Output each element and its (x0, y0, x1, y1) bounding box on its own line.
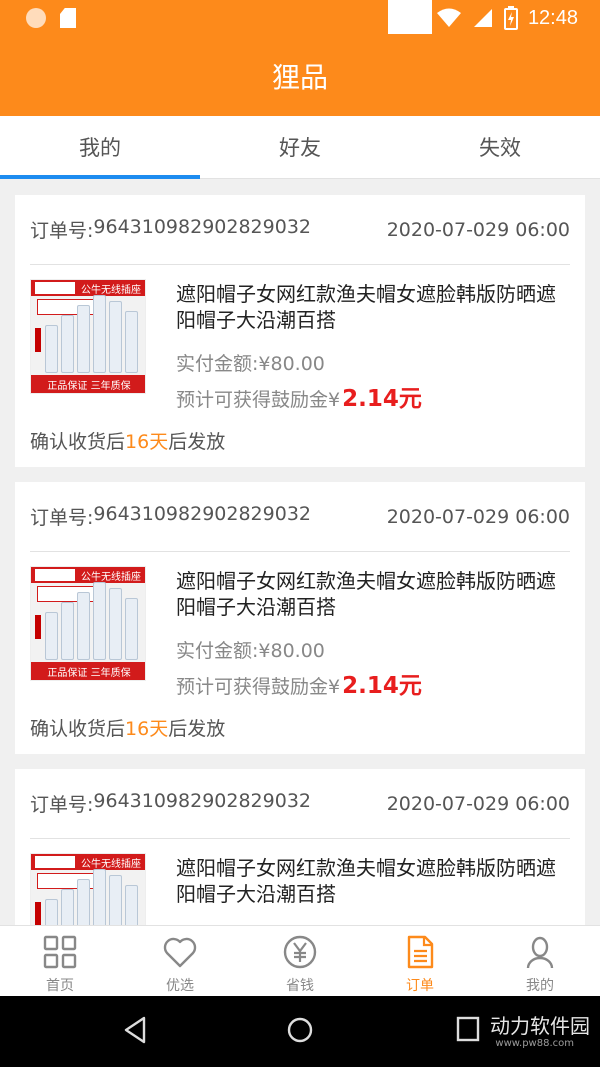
release-days: 16天 (125, 431, 169, 453)
thumb-plug (35, 902, 41, 925)
recents-icon[interactable] (456, 1016, 480, 1042)
tab-label: 我的 (79, 136, 121, 160)
system-nav-bar: 动力软件园 www.pw88.com (0, 996, 600, 1067)
order-number: 订单号: 964310982902829032 (30, 216, 311, 243)
order-header: 订单号: 964310982902829032 2020-07-029 06:0… (30, 769, 570, 839)
nav-home[interactable]: 首页 (0, 926, 120, 996)
status-bar: 12:48 (0, 0, 600, 36)
thumb-banner: 公牛无线插座 (31, 567, 145, 583)
reward-amount: 2.14元 (342, 673, 422, 699)
thumb-footer: 正品保证 三年质保 (31, 662, 145, 680)
bottom-nav: 首页 优选 省钱 订单 我的 (0, 925, 600, 996)
product-thumbnail[interactable]: 公牛无线插座 正品保证 三年质保 (30, 566, 146, 681)
nav-profile[interactable]: 我的 (480, 926, 600, 996)
watermark-text: 动力软件园 (490, 1014, 590, 1038)
nav-label: 优选 (166, 978, 194, 994)
heart-icon (163, 937, 197, 968)
product-thumbnail[interactable]: 公牛无线插座 正品保证 三年质保 (30, 279, 146, 394)
order-card[interactable]: 订单号: 964310982902829032 2020-07-029 06:0… (15, 195, 585, 467)
thumb-banner: 公牛无线插座 (31, 854, 145, 870)
nav-featured[interactable]: 优选 (120, 926, 240, 996)
release-note: 确认收货后 16天 后发放 (30, 427, 225, 454)
product-title[interactable]: 遮阳帽子女网红款渔夫帽女遮脸韩版防晒遮阳帽子大沿潮百搭 (176, 281, 571, 333)
thumb-plug (35, 328, 41, 352)
wifi-icon (436, 8, 461, 27)
watermark-url: www.pw88.com (495, 1038, 574, 1049)
order-number-value: 964310982902829032 (93, 790, 311, 812)
order-datetime: 2020-07-029 06:00 (386, 218, 570, 241)
release-note-suffix: 后发放 (168, 431, 226, 453)
tab-mine[interactable]: 我的 (0, 116, 200, 179)
reward-info: 预计可获得鼓励金¥ 2.14元 (176, 666, 422, 700)
signal-icon (473, 9, 492, 27)
nav-label: 首页 (46, 978, 74, 994)
order-number-value: 964310982902829032 (93, 216, 311, 238)
order-card[interactable]: 订单号: 964310982902829032 2020-07-029 06:0… (15, 482, 585, 754)
thumb-banner: 公牛无线插座 (31, 280, 145, 296)
reward-amount: 2.14元 (342, 386, 422, 412)
order-number-value: 964310982902829032 (93, 503, 311, 525)
status-time: 12:48 (527, 6, 578, 29)
home-circle-icon[interactable] (286, 1016, 314, 1044)
grid-icon (43, 935, 77, 969)
paid-amount: 实付金额:¥80.00 (176, 353, 325, 375)
tab-expired[interactable]: 失效 (400, 116, 600, 178)
release-note-prefix: 确认收货后 (30, 718, 126, 740)
order-datetime: 2020-07-029 06:00 (386, 505, 570, 528)
nav-save-money[interactable]: 省钱 (240, 926, 360, 996)
release-note-prefix: 确认收货后 (30, 431, 126, 453)
order-list[interactable]: 订单号: 964310982902829032 2020-07-029 06:0… (0, 179, 600, 925)
tab-label: 好友 (279, 136, 321, 160)
notification-icon (26, 8, 46, 28)
nav-label: 我的 (526, 978, 554, 994)
product-title[interactable]: 遮阳帽子女网红款渔夫帽女遮脸韩版防晒遮阳帽子大沿潮百搭 (176, 855, 571, 907)
product-title[interactable]: 遮阳帽子女网红款渔夫帽女遮脸韩版防晒遮阳帽子大沿潮百搭 (176, 568, 571, 620)
thumb-plug (35, 615, 41, 639)
order-card[interactable]: 订单号: 964310982902829032 2020-07-029 06:0… (15, 769, 585, 925)
release-note: 确认收货后 16天 后发放 (30, 714, 225, 741)
document-icon (407, 935, 434, 969)
back-icon[interactable] (122, 1016, 148, 1044)
sd-card-icon (60, 8, 76, 28)
order-number-label: 订单号: (30, 220, 94, 242)
product-thumbnail[interactable]: 公牛无线插座 (30, 853, 146, 925)
reward-info: 预计可获得鼓励金¥ 2.14元 (176, 379, 422, 413)
status-overlay-box (388, 0, 432, 34)
release-note-suffix: 后发放 (168, 718, 226, 740)
tab-friends[interactable]: 好友 (200, 116, 400, 178)
page-title: 狸品 (271, 61, 328, 94)
reward-label: 预计可获得鼓励金¥ (176, 389, 341, 411)
order-number: 订单号: 964310982902829032 (30, 790, 311, 817)
order-number: 订单号: 964310982902829032 (30, 503, 311, 530)
order-header: 订单号: 964310982902829032 2020-07-029 06:0… (30, 482, 570, 552)
order-datetime: 2020-07-029 06:00 (386, 792, 570, 815)
battery-icon (503, 6, 518, 30)
app-bar: 狸品 (0, 36, 600, 116)
tab-bar: 我的 好友 失效 (0, 116, 600, 179)
nav-orders[interactable]: 订单 (360, 926, 480, 996)
nav-label: 订单 (406, 978, 434, 994)
thumb-footer: 正品保证 三年质保 (31, 375, 145, 393)
yen-coin-icon (283, 935, 317, 969)
user-icon (526, 936, 554, 969)
order-number-label: 订单号: (30, 794, 94, 816)
order-number-label: 订单号: (30, 507, 94, 529)
release-days: 16天 (125, 718, 169, 740)
tab-label: 失效 (479, 136, 521, 160)
reward-label: 预计可获得鼓励金¥ (176, 676, 341, 698)
order-header: 订单号: 964310982902829032 2020-07-029 06:0… (30, 195, 570, 265)
nav-label: 省钱 (286, 978, 314, 994)
paid-amount: 实付金额:¥80.00 (176, 640, 325, 662)
